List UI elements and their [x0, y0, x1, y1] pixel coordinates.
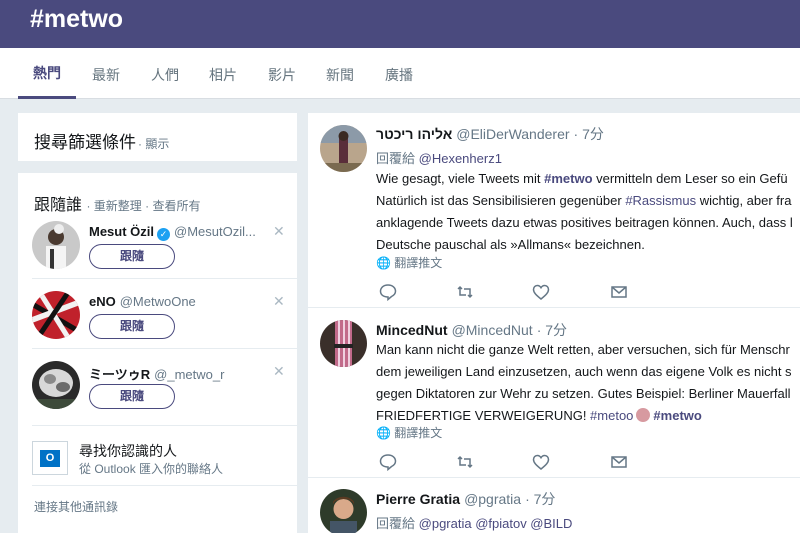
translate-tweet-link[interactable]: 🌐 翻譯推文	[376, 424, 442, 441]
tweet-author-handle: @MincedNut	[451, 322, 533, 338]
reply-icon[interactable]	[379, 283, 399, 303]
tweet-author-handle: @EliDerWanderer	[456, 126, 570, 142]
follow-button[interactable]: 跟隨	[89, 384, 175, 409]
globe-icon: 🌐	[376, 426, 391, 440]
divider	[32, 425, 298, 426]
hashtag-link[interactable]: #metwo	[544, 171, 592, 186]
tab-photos[interactable]: 相片	[209, 48, 237, 99]
follow-button[interactable]: 跟隨	[89, 314, 175, 339]
search-filters-show-link[interactable]: · 顯示	[138, 137, 169, 151]
verified-badge-icon: ✓	[157, 228, 171, 241]
tab-videos[interactable]: 影片	[268, 48, 296, 99]
account-name[interactable]: ミーツゥR	[89, 367, 150, 382]
tweet-time[interactable]: · 7分	[537, 322, 567, 338]
divider	[32, 348, 298, 349]
tweet-text: Wie gesagt, viele Tweets mit #metwo verm…	[376, 171, 793, 252]
dismiss-icon[interactable]: ✕	[273, 223, 285, 240]
tab-broadcasts[interactable]: 廣播	[385, 48, 413, 99]
tweet[interactable]: אליהו ריכטר @EliDerWanderer · 7分 回覆給 @Hexe…	[308, 113, 800, 305]
tweet-actions	[379, 283, 639, 303]
retweet-icon[interactable]	[456, 283, 476, 303]
avatar[interactable]	[32, 221, 80, 269]
divider	[32, 278, 298, 279]
timeline: אליהו ריכטר @EliDerWanderer · 7分 回覆給 @Hexe…	[308, 113, 800, 533]
tweet-actions	[379, 453, 639, 473]
tweet-time[interactable]: · 7分	[574, 126, 604, 142]
avatar[interactable]	[32, 361, 80, 409]
reply-to-line: 回覆給 @pgratia @fpiatov @BILD	[376, 516, 573, 531]
tweet-author-name[interactable]: אליהו ריכטר	[376, 126, 452, 142]
nav-tabs: 熱門 最新 人們 相片 影片 新聞 廣播	[0, 48, 800, 99]
avatar[interactable]	[320, 489, 367, 533]
dismiss-icon[interactable]: ✕	[273, 363, 285, 380]
hashtag-link[interactable]: #metoo	[590, 408, 633, 423]
divider	[32, 485, 298, 486]
reply-to-handle[interactable]: @Hexenherz1	[419, 151, 502, 166]
find-people-subtitle: 從 Outlook 匯入你的聯絡人	[79, 462, 224, 476]
search-filters-card: 搜尋篩選條件 · 顯示	[18, 113, 297, 161]
tweet-author-name[interactable]: MincedNut	[376, 322, 448, 338]
globe-icon: 🌐	[376, 256, 391, 270]
find-people-title[interactable]: 尋找你認識的人	[79, 441, 177, 461]
hashtag-link[interactable]: #Rassismus	[625, 193, 696, 208]
search-filters-title: 搜尋篩選條件	[34, 133, 136, 152]
account-name[interactable]: Mesut Özil	[89, 224, 154, 239]
connect-other-contacts-link[interactable]: 連接其他通訊錄	[34, 498, 118, 515]
reply-to-handle[interactable]: @pgratia @fpiatov @BILD	[419, 516, 573, 531]
tab-latest[interactable]: 最新	[92, 48, 120, 99]
account-name[interactable]: eNO	[89, 294, 116, 309]
top-bar: #metwo	[0, 0, 800, 48]
dismiss-icon[interactable]: ✕	[273, 293, 285, 310]
translate-tweet-link[interactable]: 🌐 翻譯推文	[376, 254, 442, 271]
like-icon[interactable]	[532, 453, 552, 473]
who-to-follow-card: 跟隨誰 · 重新整理 · 查看所有 Mesut Özil ✓ @MesutOzil.…	[18, 173, 298, 533]
tweet-author-name[interactable]: Pierre Gratia	[376, 491, 460, 507]
page-title: #metwo	[30, 5, 124, 33]
avatar[interactable]	[320, 125, 367, 172]
retweet-icon[interactable]	[456, 453, 476, 473]
like-icon[interactable]	[532, 283, 552, 303]
account-handle: @MesutOzil...	[174, 224, 256, 239]
tweet-author-handle: @pgratia	[464, 491, 522, 507]
tab-people[interactable]: 人們	[151, 48, 179, 99]
tweet[interactable]: Pierre Gratia @pgratia · 7分 回覆給 @pgratia @…	[308, 478, 800, 533]
reply-to-line: 回覆給 @Hexenherz1	[376, 151, 502, 166]
direct-message-icon[interactable]	[610, 283, 630, 303]
tweet[interactable]: MincedNut @MincedNut · 7分 Man kann nicht d…	[308, 308, 800, 478]
follow-button[interactable]: 跟隨	[89, 244, 175, 269]
tweet-time[interactable]: · 7分	[525, 491, 555, 507]
avatar[interactable]	[32, 291, 80, 339]
who-to-follow-title: 跟隨誰	[34, 197, 83, 214]
emoji-image	[636, 408, 651, 422]
account-handle: @_metwo_r	[154, 367, 225, 382]
account-handle: @MetwoOne	[119, 294, 196, 309]
suggestion-metwo-r: ミーツゥR @_metwo_r ✕ 跟隨	[18, 361, 297, 429]
direct-message-icon[interactable]	[610, 453, 630, 473]
outlook-icon: O	[32, 441, 68, 475]
tweet-text: Man kann nicht die ganze Welt retten, ab…	[376, 342, 792, 423]
tab-news[interactable]: 新聞	[326, 48, 354, 99]
find-people-outlook[interactable]: O 尋找你認識的人 從 Outlook 匯入你的聯絡人	[32, 441, 297, 481]
refresh-view-all-links[interactable]: · 重新整理 · 查看所有	[86, 199, 200, 213]
hashtag-link[interactable]: #metwo	[653, 408, 701, 423]
reply-icon[interactable]	[379, 453, 399, 473]
avatar[interactable]	[320, 320, 367, 367]
tab-top[interactable]: 熱門	[18, 48, 76, 99]
